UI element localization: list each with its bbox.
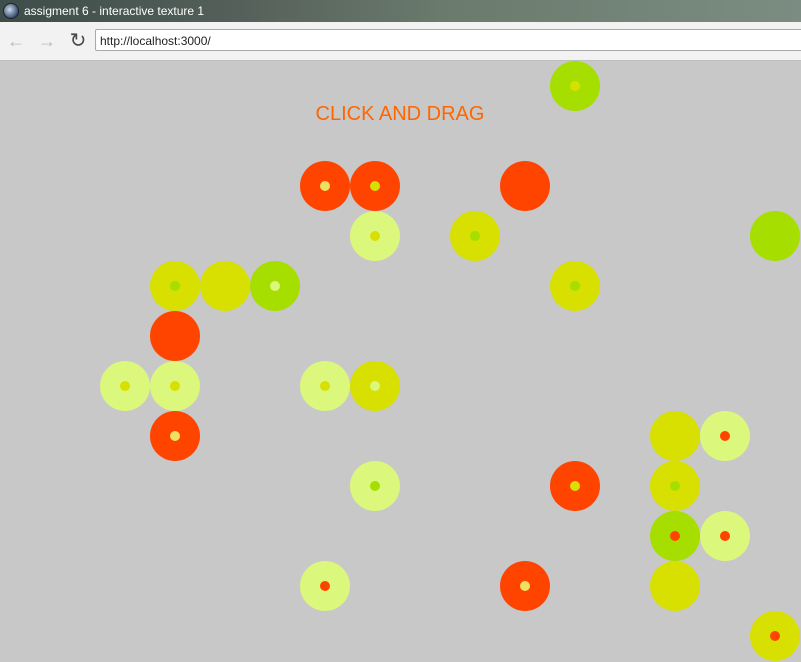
circle-center-dot — [720, 431, 730, 441]
circle-center-dot — [570, 81, 580, 91]
window-title: assigment 6 - interactive texture 1 — [24, 4, 205, 18]
circle-center-dot — [370, 381, 380, 391]
draggable-circle[interactable] — [150, 411, 200, 461]
draggable-circle[interactable] — [150, 361, 200, 411]
draggable-circle[interactable] — [650, 511, 700, 561]
circle-center-dot — [170, 431, 180, 441]
circle-center-dot — [370, 181, 380, 191]
draggable-circle[interactable] — [650, 411, 700, 461]
draggable-circle[interactable] — [700, 411, 750, 461]
circle-center-dot — [170, 281, 180, 291]
draggable-circle[interactable] — [200, 261, 250, 311]
draggable-circle[interactable] — [500, 561, 550, 611]
click-and-drag-headline: CLICK AND DRAG — [315, 103, 485, 125]
circle-center-dot — [370, 481, 380, 491]
draggable-circle[interactable] — [550, 61, 600, 111]
draggable-circle[interactable] — [650, 461, 700, 511]
window-titlebar: assigment 6 - interactive texture 1 — [0, 0, 801, 22]
circle-center-dot — [270, 281, 280, 291]
back-arrow-icon[interactable]: ← — [5, 30, 27, 52]
draggable-circle[interactable] — [250, 261, 300, 311]
draggable-circle[interactable] — [650, 561, 700, 611]
draggable-circle[interactable] — [150, 261, 200, 311]
circle-center-dot — [120, 381, 130, 391]
draggable-circle[interactable] — [350, 461, 400, 511]
draggable-circle[interactable] — [350, 361, 400, 411]
draggable-circle[interactable] — [700, 511, 750, 561]
address-bar[interactable]: http://localhost:3000/ — [95, 29, 801, 51]
draggable-circle[interactable] — [150, 311, 200, 361]
circle-center-dot — [720, 531, 730, 541]
draggable-circle[interactable] — [300, 161, 350, 211]
circle-center-dot — [320, 181, 330, 191]
draggable-circle[interactable] — [350, 211, 400, 261]
circle-center-dot — [670, 531, 680, 541]
circle-center-dot — [470, 231, 480, 241]
circle-center-dot — [320, 581, 330, 591]
draggable-circle[interactable] — [550, 461, 600, 511]
circle-center-dot — [670, 481, 680, 491]
draggable-circle[interactable] — [500, 161, 550, 211]
draggable-circle[interactable] — [750, 611, 800, 661]
browser-toolbar: ← → ↻ http://localhost:3000/ — [0, 22, 801, 61]
forward-arrow-icon[interactable]: → — [36, 30, 58, 52]
circle-center-dot — [170, 381, 180, 391]
circle-center-dot — [520, 581, 530, 591]
draggable-circle[interactable] — [300, 361, 350, 411]
url-text: http://localhost:3000/ — [100, 34, 211, 48]
draggable-circle[interactable] — [300, 561, 350, 611]
reload-icon[interactable]: ↻ — [67, 30, 89, 52]
circle-center-dot — [370, 231, 380, 241]
draggable-circle[interactable] — [100, 361, 150, 411]
interactive-canvas[interactable]: CLICK AND DRAG — [0, 61, 801, 662]
circle-center-dot — [320, 381, 330, 391]
browser-app-icon — [3, 3, 19, 19]
draggable-circle[interactable] — [350, 161, 400, 211]
circle-center-dot — [770, 631, 780, 641]
draggable-circle[interactable] — [750, 211, 800, 261]
circle-center-dot — [570, 481, 580, 491]
draggable-circle[interactable] — [550, 261, 600, 311]
draggable-circle[interactable] — [450, 211, 500, 261]
circle-center-dot — [570, 281, 580, 291]
